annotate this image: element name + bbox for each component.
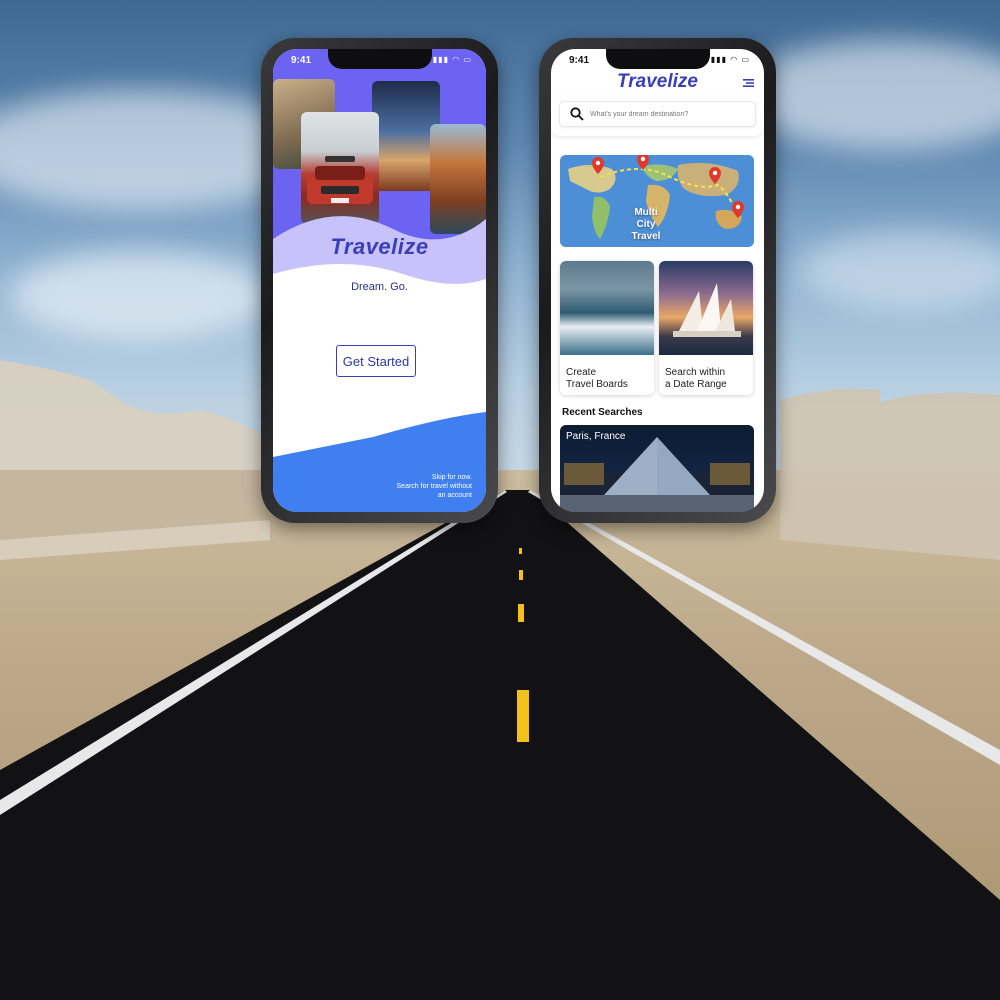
app-logo: Travelize [617, 71, 698, 92]
phone-onboarding: 9:41 ▮▮▮ ◠ ▭ Travelize Dream. Go. Get St… [261, 38, 498, 523]
map-card-label: Multi City Travel [616, 207, 676, 243]
search-input[interactable] [590, 105, 749, 123]
tile-image-surfing [560, 261, 654, 355]
skip-link[interactable]: Skip for now. Search for travel without … [352, 473, 472, 500]
home-screen: 9:41 ▮▮▮ ◠ ▭ Travelize What's your dream… [551, 49, 764, 512]
phone-notch [605, 49, 710, 69]
road [0, 360, 1000, 1000]
skip-line: Skip for now. [431, 474, 472, 481]
get-started-button[interactable]: Get Started [336, 345, 416, 377]
status-icons: ▮▮▮ ◠ ▭ [433, 55, 472, 64]
status-time: 9:41 [291, 55, 312, 66]
menu-icon[interactable] [743, 79, 754, 87]
phone-notch [327, 49, 432, 69]
onboarding-screen: 9:41 ▮▮▮ ◠ ▭ Travelize Dream. Go. Get St… [273, 49, 486, 512]
background-scene [0, 0, 1000, 1000]
signal-icon: ▮▮▮ [432, 55, 449, 64]
recent-search-label: Paris, France [566, 431, 626, 442]
tile-label-line: Search within [665, 367, 726, 378]
tile-image-opera-house [659, 261, 753, 355]
status-icons: ▮▮▮ ◠ ▭ [711, 55, 750, 64]
map-label-line: City [636, 219, 656, 230]
tile-label-line: a Date Range [665, 379, 727, 390]
create-travel-boards-card[interactable]: Create Travel Boards [560, 261, 654, 395]
skip-line: Search for travel without [396, 483, 472, 490]
search-bar-container [551, 92, 764, 136]
tile-label: Search within a Date Range [665, 367, 727, 391]
tile-label: Create Travel Boards [566, 367, 628, 391]
skip-line: an account [437, 492, 472, 499]
recent-search-item[interactable]: Paris, France [560, 425, 754, 512]
battery-icon: ▭ [741, 55, 750, 64]
wifi-icon: ◠ [452, 55, 461, 64]
tile-label-line: Create [566, 367, 597, 378]
search-bar[interactable] [560, 102, 755, 126]
opera-house-illustration [673, 283, 741, 337]
map-label-line: Multi [634, 207, 658, 218]
map-label-line: Travel [631, 231, 661, 242]
search-date-range-card[interactable]: Search within a Date Range [659, 261, 753, 395]
tagline: Dream. Go. [351, 281, 408, 293]
signal-icon: ▮▮▮ [710, 55, 727, 64]
phone-home: 9:41 ▮▮▮ ◠ ▭ Travelize What's your dream… [539, 38, 776, 523]
app-logo: Travelize [330, 234, 429, 259]
battery-icon: ▭ [463, 55, 472, 64]
recent-searches-heading: Recent Searches [562, 407, 643, 418]
multi-city-travel-card[interactable]: Multi City Travel [560, 155, 754, 247]
wifi-icon: ◠ [730, 55, 739, 64]
search-icon [570, 107, 584, 121]
status-time: 9:41 [569, 55, 590, 66]
tile-label-line: Travel Boards [566, 379, 628, 390]
